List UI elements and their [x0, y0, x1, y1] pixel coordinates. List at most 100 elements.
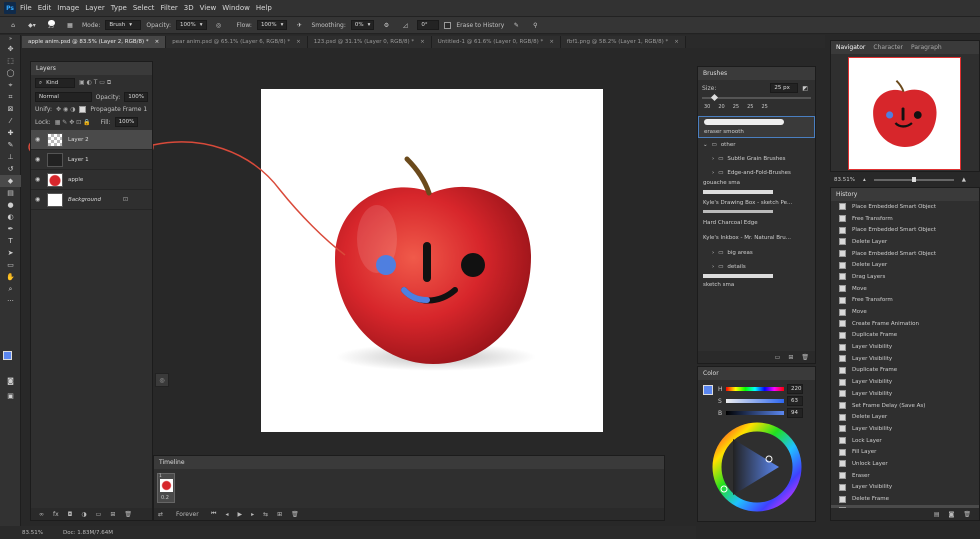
- frame-tool-icon[interactable]: ⊠: [0, 103, 21, 115]
- history-item[interactable]: Duplicate Frame: [831, 330, 979, 342]
- tab-navigator[interactable]: Navigator: [836, 44, 865, 51]
- lasso-tool-icon[interactable]: ◯: [0, 67, 21, 79]
- history-item[interactable]: Delete Frame: [831, 493, 979, 505]
- pressure-size-icon[interactable]: ✎: [509, 20, 523, 31]
- healing-brush-tool-icon[interactable]: ✚: [0, 127, 21, 139]
- filter-icons[interactable]: ▣ ◐ T ▭ ⧉: [79, 79, 111, 87]
- tab-character[interactable]: Character: [873, 44, 903, 51]
- opacity-field[interactable]: 100% ▾: [176, 20, 207, 30]
- menu-type[interactable]: Type: [111, 4, 127, 12]
- menu-layer[interactable]: Layer: [85, 4, 105, 12]
- history-item[interactable]: Layer Visibility: [831, 353, 979, 365]
- eye-icon[interactable]: ◉: [35, 176, 42, 183]
- brush-item[interactable]: Kyle's Inkbox - Mr. Natural Bru...: [698, 230, 815, 246]
- blend-mode-select[interactable]: Normal: [35, 92, 92, 102]
- fx-icon[interactable]: fx: [53, 511, 59, 518]
- layer-row-layer-1[interactable]: ◉ Layer 1: [31, 150, 152, 170]
- trash-icon[interactable]: 🗑: [291, 511, 299, 518]
- eraser-tool-icon[interactable]: ◆▾: [25, 20, 39, 31]
- brightness-slider[interactable]: [726, 411, 784, 415]
- document-canvas[interactable]: [261, 89, 603, 432]
- quick-mask-icon[interactable]: ◙: [0, 375, 21, 387]
- brush-folder[interactable]: › ▭ big areas: [698, 246, 815, 260]
- brush-folder[interactable]: › ▭ Subtle Grain Brushes: [698, 152, 815, 166]
- collapse-icon[interactable]: »: [0, 35, 21, 43]
- symmetry-icon[interactable]: ⚲: [528, 20, 542, 31]
- tab-paragraph[interactable]: Paragraph: [911, 44, 942, 51]
- hand-tool-icon[interactable]: ✋: [0, 271, 21, 283]
- type-tool-icon[interactable]: T: [0, 235, 21, 247]
- layer-opacity-field[interactable]: 100%: [124, 92, 148, 102]
- unify-icons[interactable]: ✥ ◉ ◑: [56, 106, 75, 113]
- history-item[interactable]: Free Transform: [831, 295, 979, 307]
- history-item[interactable]: Eraser: [831, 470, 979, 482]
- preset-brush[interactable]: 25: [733, 104, 739, 110]
- history-brush-tool-icon[interactable]: ↺: [0, 163, 21, 175]
- pressure-opacity-icon[interactable]: ◎: [212, 20, 226, 31]
- history-item[interactable]: Lock Layer: [831, 435, 979, 447]
- new-layer-icon[interactable]: ⊞: [110, 511, 115, 518]
- smoothing-settings-icon[interactable]: ⚙: [379, 20, 393, 31]
- menu-file[interactable]: File: [20, 4, 32, 12]
- size-field[interactable]: 25 px: [770, 83, 799, 93]
- frame-1[interactable]: 1 0.2: [157, 473, 175, 503]
- prev-frame-icon[interactable]: ◂: [225, 511, 228, 518]
- history-item[interactable]: Move: [831, 283, 979, 295]
- history-item[interactable]: Fill Layer: [831, 446, 979, 458]
- brush-item[interactable]: Hard Charcoal Edge: [698, 216, 815, 230]
- h-field[interactable]: 220: [787, 384, 803, 394]
- history-item[interactable]: Place Embedded Smart Object: [831, 201, 979, 213]
- history-item[interactable]: Set Frame Delay (Save As): [831, 400, 979, 412]
- s-field[interactable]: 63: [787, 396, 803, 406]
- kind-filter[interactable]: ⌕ Kind: [35, 78, 75, 88]
- preset-brush[interactable]: 25: [747, 104, 753, 110]
- home-icon[interactable]: ⌂: [6, 20, 20, 31]
- new-brush-icon[interactable]: ⊞: [788, 354, 793, 361]
- flow-field[interactable]: 100% ▾: [256, 20, 288, 30]
- history-item[interactable]: Duplicate Frame: [831, 365, 979, 377]
- tween-icon[interactable]: ⇆: [263, 511, 268, 518]
- angle-icon[interactable]: ◿: [398, 20, 412, 31]
- gradient-tool-icon[interactable]: ▤: [0, 187, 21, 199]
- history-item[interactable]: Layer Visibility: [831, 388, 979, 400]
- menu-select[interactable]: Select: [133, 4, 155, 12]
- marquee-tool-icon[interactable]: ⬚: [0, 55, 21, 67]
- trash-icon[interactable]: 🗑: [963, 511, 971, 518]
- brush-folder[interactable]: ⌄ ▭ other: [698, 138, 815, 152]
- eye-icon[interactable]: ◉: [35, 156, 42, 163]
- camera-icon[interactable]: ◙: [949, 511, 955, 518]
- close-icon[interactable]: ×: [155, 39, 160, 45]
- brush-preview-icon[interactable]: ◩: [802, 85, 808, 92]
- status-zoom[interactable]: 83.51%: [22, 530, 43, 536]
- history-item[interactable]: Layer Visibility: [831, 423, 979, 435]
- zoom-tool-icon[interactable]: ⌕: [0, 283, 21, 295]
- move-tool-icon[interactable]: ✥: [0, 43, 21, 55]
- menu-image[interactable]: Image: [57, 4, 79, 12]
- mode-select[interactable]: Brush ▾: [105, 20, 142, 30]
- convert-timeline-icon[interactable]: ⇄: [158, 511, 163, 518]
- history-item[interactable]: Delete Layer: [831, 411, 979, 423]
- eye-icon[interactable]: ◉: [35, 136, 42, 143]
- history-item[interactable]: Free Transform: [831, 213, 979, 225]
- duplicate-frame-icon[interactable]: ⊞: [277, 511, 282, 518]
- floating-tool-icon[interactable]: ◎: [155, 373, 169, 387]
- propagate-checkbox[interactable]: [79, 106, 87, 113]
- brush-settings-icon[interactable]: ▦: [63, 20, 77, 31]
- eye-icon[interactable]: ◉: [35, 196, 42, 203]
- history-item[interactable]: Layer Visibility: [831, 341, 979, 353]
- quick-select-tool-icon[interactable]: ⌖: [0, 79, 21, 91]
- history-item[interactable]: Place Embedded Smart Object: [831, 224, 979, 236]
- menu-3d[interactable]: 3D: [184, 4, 194, 12]
- zoom-slider[interactable]: [873, 177, 954, 182]
- erase-to-history-checkbox[interactable]: [444, 21, 452, 29]
- brush-item[interactable]: Kyle's Drawing Box - sketch Pe...: [698, 200, 815, 216]
- shape-tool-icon[interactable]: ▭: [0, 259, 21, 271]
- close-icon[interactable]: ×: [549, 39, 554, 45]
- frame-delay[interactable]: 0.2: [161, 495, 169, 501]
- slider-thumb[interactable]: [911, 177, 916, 182]
- tab-123[interactable]: 123.psd @ 31.1% (Layer 0, RGB/8) * ×: [307, 36, 432, 48]
- crop-tool-icon[interactable]: ⌗: [0, 91, 21, 103]
- menu-edit[interactable]: Edit: [38, 4, 52, 12]
- brush-folder[interactable]: › ▭ details: [698, 260, 815, 274]
- close-icon[interactable]: ×: [296, 39, 301, 45]
